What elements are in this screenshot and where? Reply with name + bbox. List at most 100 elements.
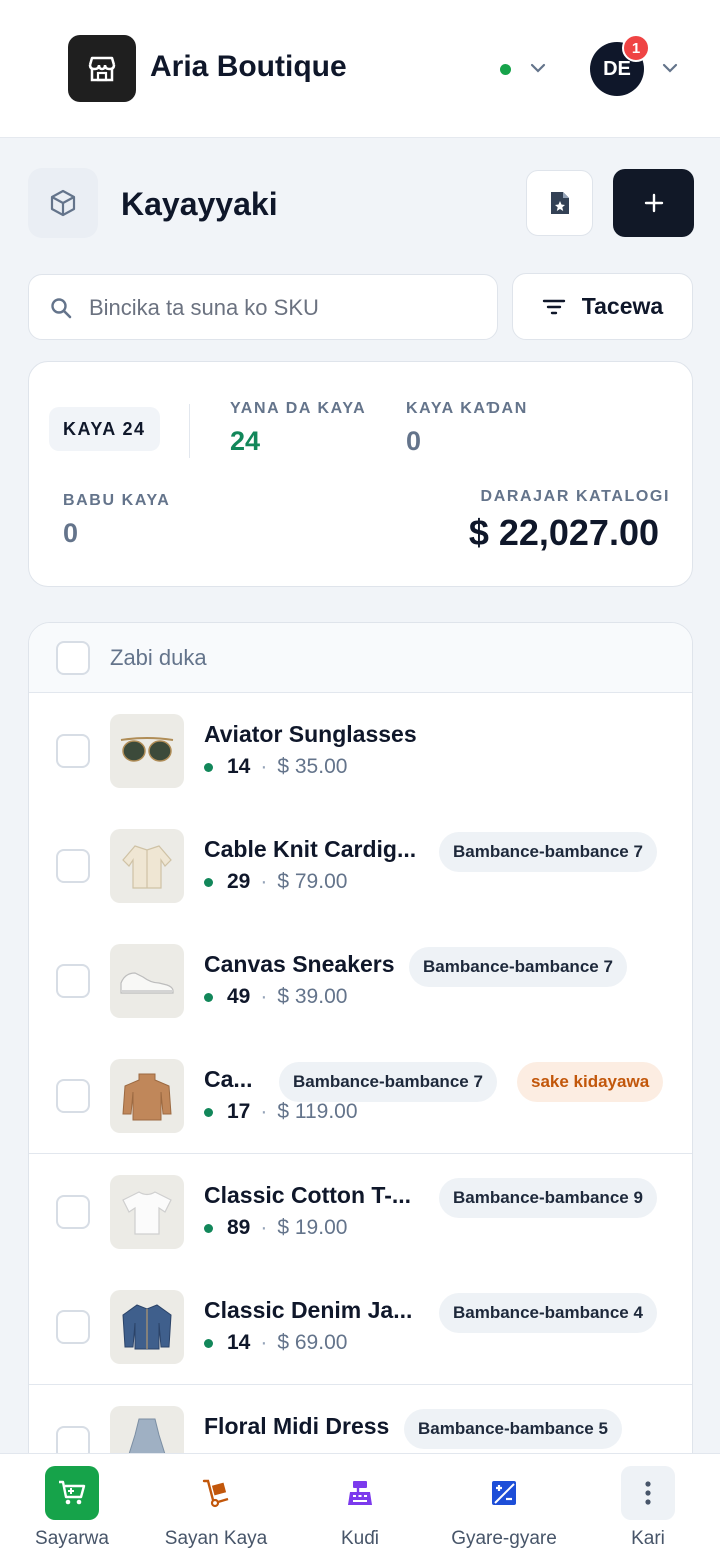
product-price: $ 69.00 [277, 1331, 348, 1354]
stock-status-dot [204, 762, 213, 772]
row-checkbox[interactable] [56, 1195, 90, 1229]
file-import-icon [550, 192, 569, 214]
product-row[interactable]: Classic Cotton T-... Bambance-bambance 9… [29, 1154, 692, 1270]
low-stock-label: KAYA KAƊAN [406, 400, 528, 417]
nav-label: Sayarwa [35, 1528, 109, 1549]
divider [189, 404, 190, 458]
adjust-icon [477, 1466, 531, 1520]
variants-badge: Bambance-bambance 5 [404, 1409, 622, 1449]
row-checkbox[interactable] [56, 734, 90, 768]
stock-qty: 14 [227, 1331, 251, 1354]
catalog-value: $ 22,027.00 [468, 512, 659, 553]
search-input[interactable] [89, 289, 489, 327]
sneakers-icon [110, 944, 184, 1018]
variants-badge: Bambance-bambance 7 [439, 832, 657, 872]
product-name: Ca... [204, 1066, 253, 1092]
nav-label: Kuɗi [340, 1528, 380, 1549]
variants-badge: Bambance-bambance 4 [439, 1293, 657, 1333]
sunglasses-icon [110, 714, 184, 788]
add-product-button[interactable] [613, 169, 694, 237]
tshirt-icon [110, 1175, 184, 1249]
nav-item-sales[interactable]: Sayarwa [0, 1466, 144, 1556]
low-stock-value: 0 [406, 426, 422, 456]
row-checkbox[interactable] [56, 849, 90, 883]
meta-separator: · [260, 870, 268, 893]
product-meta: 14 · $ 35.00 [204, 755, 347, 779]
select-all-checkbox[interactable] [56, 641, 90, 675]
meta-separator: · [260, 1331, 268, 1354]
store-name: Aria Boutique [150, 50, 347, 83]
page-title: Kayayyaki [121, 186, 278, 222]
stock-status-dot [204, 1223, 213, 1233]
chevron-down-icon[interactable] [660, 58, 680, 78]
meta-separator: · [260, 985, 268, 1008]
nav-item-finance[interactable]: Kuɗi [288, 1466, 432, 1556]
product-price: $ 39.00 [277, 985, 348, 1008]
variants-badge: Bambance-bambance 7 [409, 947, 627, 987]
nav-item-purchases[interactable]: Sayan Kaya [144, 1466, 288, 1556]
variants-badge: Bambance-bambance 7 [279, 1062, 497, 1102]
filter-button[interactable]: Tacewa [512, 273, 693, 340]
chevron-down-icon[interactable] [528, 58, 548, 78]
filter-icon [542, 299, 565, 314]
row-checkbox[interactable] [56, 1310, 90, 1344]
product-meta: 14 · $ 69.00 [204, 1331, 347, 1355]
row-checkbox[interactable] [56, 1079, 90, 1113]
product-meta: 29 · $ 79.00 [204, 870, 347, 894]
cart-icon [45, 1466, 99, 1520]
status-indicator [500, 64, 511, 75]
nav-label: Sayan Kaya [164, 1528, 268, 1549]
store-logo[interactable] [68, 35, 136, 102]
in-stock-value: 24 [230, 426, 261, 456]
product-name: Classic Denim Ja... [204, 1297, 413, 1323]
catalog-value-label: DARAJAR KATALOGI [480, 488, 670, 505]
search-box [28, 274, 498, 340]
import-button[interactable] [526, 170, 593, 236]
product-row[interactable]: Canvas Sneakers Bambance-bambance 7 49 ·… [29, 923, 692, 1039]
product-row[interactable]: Aviator Sunglasses 14 · $ 35.00 [29, 693, 692, 809]
inventory-summary-card: KAYA 24 YANA DA KAYA 24 KAYA KAƊAN 0 BAB… [28, 361, 693, 587]
list-header: Zabi duka [29, 623, 692, 693]
box-icon [28, 168, 98, 238]
total-items-pill: KAYA 24 [49, 407, 160, 451]
search-icon [51, 298, 72, 319]
filter-label: Tacewa [581, 293, 664, 319]
meta-separator: · [260, 755, 268, 778]
store-icon [88, 56, 116, 81]
product-price: $ 79.00 [277, 870, 348, 893]
nav-item-adjustments[interactable]: Gyare-gyare [432, 1466, 576, 1556]
meta-separator: · [260, 1100, 268, 1123]
product-row[interactable]: Ca... Bambance-bambance 7 sake kidayawa … [29, 1038, 692, 1154]
app-header: Aria Boutique DE 1 [0, 0, 720, 138]
sweater-icon [110, 1059, 184, 1133]
product-name: Cable Knit Cardig... [204, 836, 417, 862]
plus-icon [644, 193, 663, 213]
stock-status-dot [204, 1107, 213, 1117]
product-meta: 49 · $ 39.00 [204, 985, 347, 1009]
meta-separator: · [260, 1216, 268, 1239]
stock-qty: 14 [227, 755, 251, 778]
cash-register-icon [333, 1466, 387, 1520]
product-row[interactable]: Classic Denim Ja... Bambance-bambance 4 … [29, 1269, 692, 1385]
bottom-navigation: Sayarwa Sayan Kaya Kuɗi Gyare-gyare Kari [0, 1453, 720, 1561]
cardigan-icon [110, 829, 184, 903]
product-row[interactable]: Cable Knit Cardig... Bambance-bambance 7… [29, 808, 692, 924]
more-icon [621, 1466, 675, 1520]
stock-qty: 49 [227, 985, 251, 1008]
denim-jacket-icon [110, 1290, 184, 1364]
notification-badge: 1 [622, 34, 650, 62]
nav-label: Kari [631, 1528, 665, 1549]
product-meta: 89 · $ 19.00 [204, 1216, 347, 1240]
stock-qty: 89 [227, 1216, 251, 1239]
variants-badge: Bambance-bambance 9 [439, 1178, 657, 1218]
select-all-label: Zabi duka [110, 645, 207, 670]
stock-status-dot [204, 992, 213, 1002]
product-list: Zabi duka Aviator Sunglasses 14 · $ 35.0… [28, 622, 693, 1482]
product-price: $ 19.00 [277, 1216, 348, 1239]
nav-item-more[interactable]: Kari [576, 1466, 720, 1556]
product-name: Floral Midi Dress [204, 1413, 390, 1439]
reorder-badge: sake kidayawa [517, 1062, 664, 1102]
product-name: Aviator Sunglasses [204, 721, 417, 747]
nav-label: Gyare-gyare [451, 1528, 557, 1549]
row-checkbox[interactable] [56, 964, 90, 998]
